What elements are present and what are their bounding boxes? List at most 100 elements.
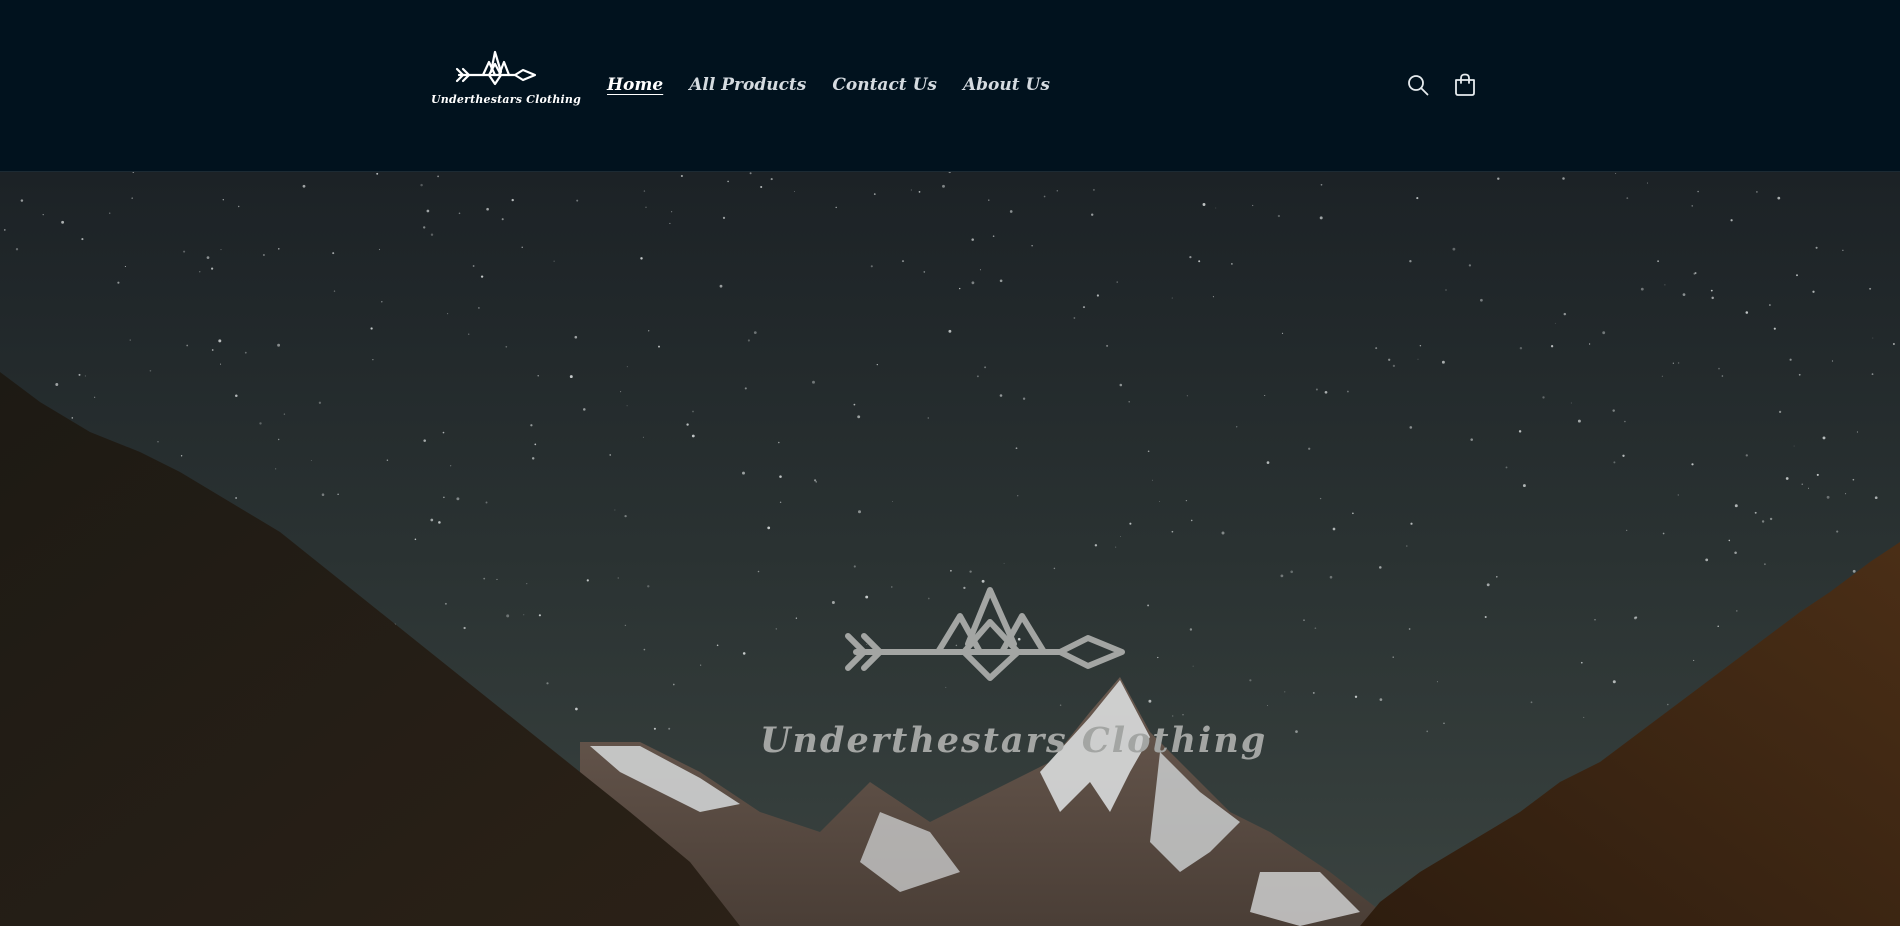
search-button[interactable] <box>1403 70 1433 100</box>
star <box>1346 390 1349 393</box>
star <box>1015 447 1018 450</box>
star <box>55 383 59 386</box>
star <box>1129 522 1132 525</box>
star <box>1777 196 1781 200</box>
star <box>617 577 619 579</box>
hero-logo: Underthestars Clothing <box>760 586 1265 776</box>
star <box>1711 296 1714 300</box>
star <box>318 401 322 404</box>
star <box>480 275 484 278</box>
star <box>1796 274 1798 277</box>
star <box>1116 281 1118 283</box>
star <box>1793 445 1795 447</box>
star <box>186 344 189 347</box>
star <box>988 199 990 201</box>
star <box>1009 210 1013 213</box>
star <box>180 455 183 457</box>
star <box>1171 530 1174 533</box>
star <box>71 417 74 419</box>
star <box>1031 245 1033 247</box>
star <box>876 363 878 366</box>
star <box>575 707 578 711</box>
star <box>1277 214 1281 218</box>
star <box>211 349 214 351</box>
star <box>1519 346 1523 350</box>
star <box>1831 360 1834 362</box>
star <box>370 327 373 330</box>
star <box>1406 545 1408 547</box>
star <box>1662 532 1665 535</box>
star <box>1158 501 1160 502</box>
star <box>1736 610 1738 612</box>
star <box>569 375 573 379</box>
star <box>283 413 286 415</box>
star <box>1562 177 1565 180</box>
star <box>1106 344 1109 347</box>
star <box>643 648 646 651</box>
star <box>206 256 210 259</box>
star <box>108 212 111 214</box>
star <box>1441 360 1445 364</box>
star <box>1436 681 1438 683</box>
star <box>779 475 782 478</box>
star <box>858 510 861 514</box>
star <box>923 271 926 273</box>
star <box>1094 544 1098 547</box>
brand-logo-link[interactable]: Underthestars Clothing <box>431 50 581 112</box>
star <box>458 212 461 215</box>
star <box>648 330 650 332</box>
star <box>414 538 417 541</box>
cart-icon <box>1455 73 1475 96</box>
star <box>530 424 533 427</box>
nav-link-all-products[interactable]: All Products <box>689 72 806 98</box>
star <box>531 457 535 460</box>
star <box>971 281 975 285</box>
star <box>501 218 504 221</box>
star <box>716 644 719 647</box>
star <box>218 339 222 343</box>
star <box>117 281 120 284</box>
star <box>1647 182 1648 184</box>
star <box>626 405 628 407</box>
star <box>815 481 817 483</box>
star <box>537 375 539 377</box>
star <box>1266 461 1270 464</box>
star <box>1730 219 1733 222</box>
star <box>984 366 987 369</box>
nav-link-home[interactable]: Home <box>607 72 663 98</box>
star <box>235 394 238 397</box>
star <box>1769 304 1771 306</box>
star <box>1635 616 1638 619</box>
cart-button[interactable] <box>1450 70 1480 100</box>
star <box>506 614 510 618</box>
star <box>423 226 426 229</box>
nav-link-contact-us[interactable]: Contact Us <box>832 72 937 98</box>
star <box>680 174 683 178</box>
star <box>1798 373 1801 376</box>
star <box>901 260 905 263</box>
star <box>1693 659 1695 661</box>
star <box>1375 347 1378 350</box>
star <box>277 343 281 347</box>
star <box>672 683 675 686</box>
star <box>1190 519 1193 522</box>
star <box>1694 272 1697 274</box>
star <box>157 441 159 443</box>
star <box>1769 517 1773 521</box>
star <box>220 249 222 251</box>
nav-link-about-us[interactable]: About Us <box>963 72 1050 98</box>
star <box>812 380 815 384</box>
star <box>1388 358 1391 361</box>
star <box>1677 362 1680 364</box>
star <box>1249 679 1252 682</box>
star <box>1710 289 1713 292</box>
star <box>1235 426 1238 428</box>
star <box>1281 332 1284 335</box>
star <box>20 199 24 202</box>
star <box>1522 484 1526 488</box>
star <box>992 235 995 237</box>
star <box>1314 627 1317 630</box>
star <box>691 434 695 438</box>
star <box>999 394 1003 397</box>
star <box>1602 331 1606 335</box>
